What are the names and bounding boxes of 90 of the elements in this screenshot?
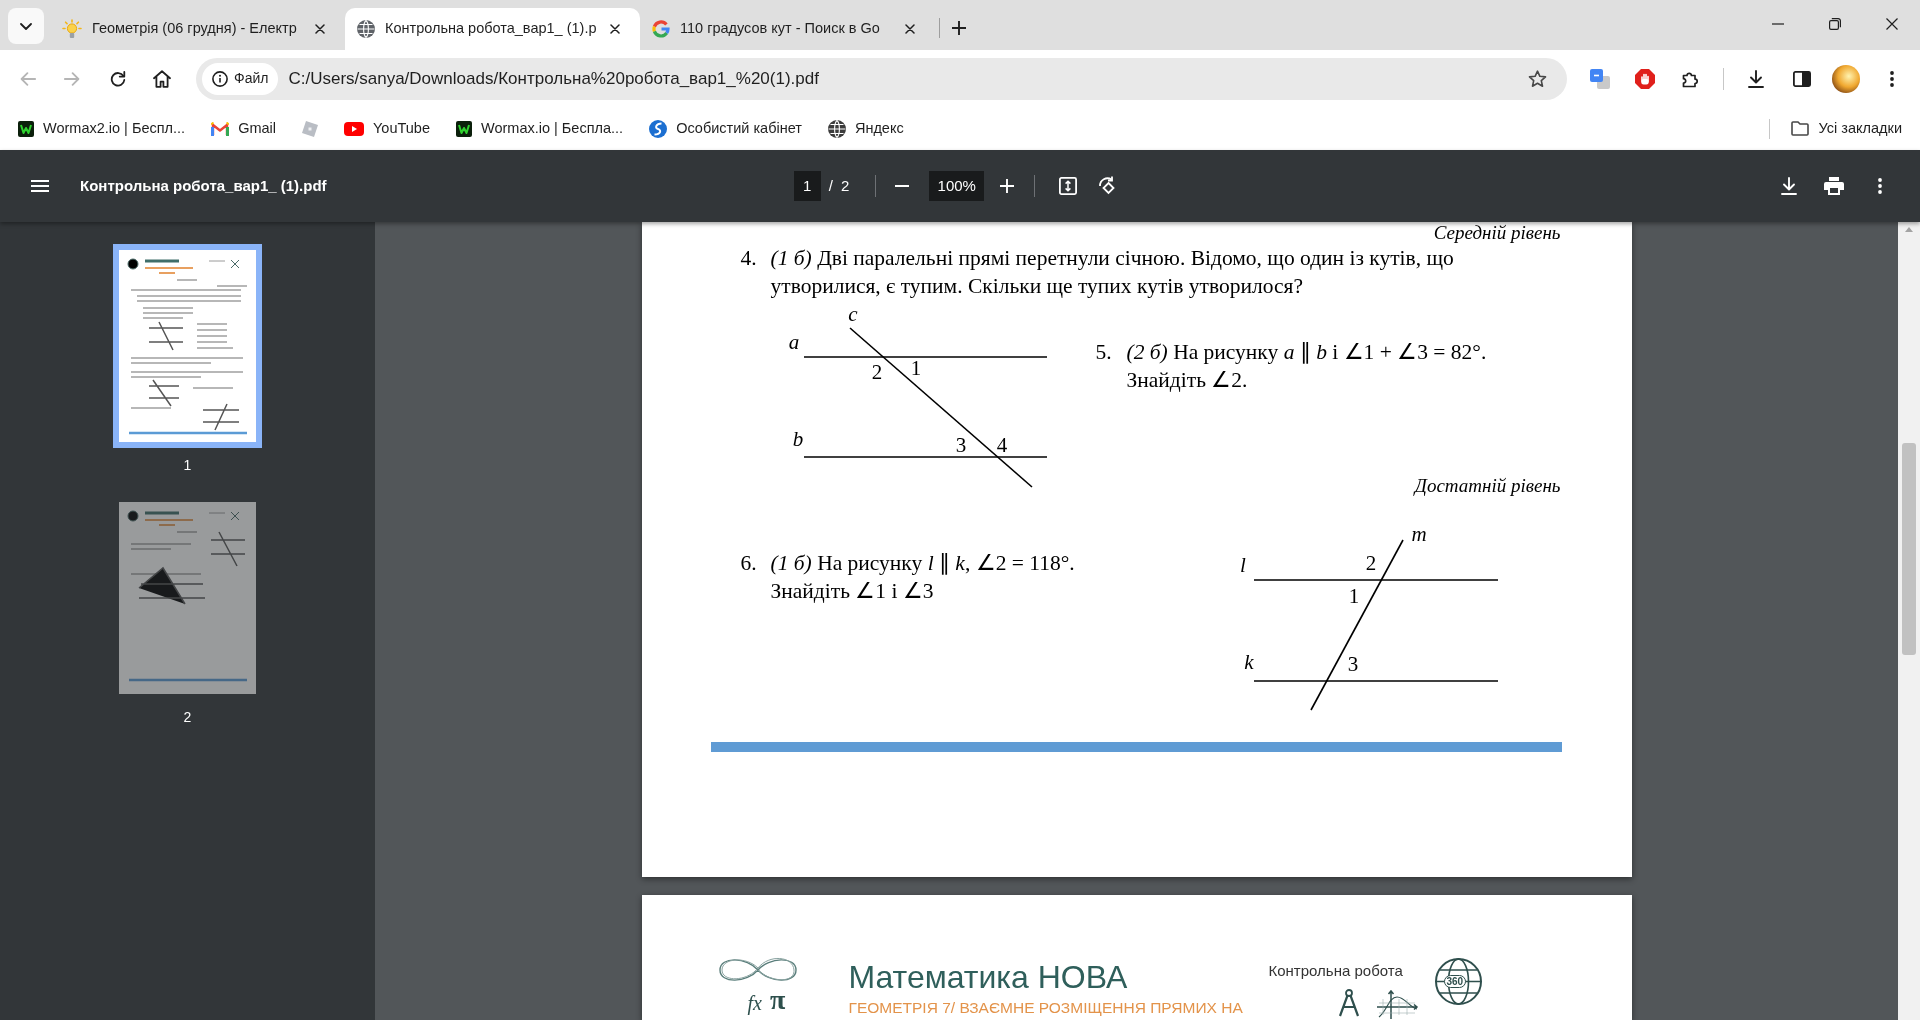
printer-icon <box>1824 177 1844 195</box>
multicolor-g-icon <box>652 20 670 38</box>
bookmark[interactable]: Wormax2.io | Беспл... <box>10 113 194 144</box>
line-label: b <box>792 427 803 451</box>
download-icon <box>1781 177 1797 195</box>
octagon-hand-icon <box>1635 68 1655 89</box>
line-label: m <box>1410 522 1427 546</box>
globe-icon <box>827 119 846 138</box>
bookmark[interactable]: Wormax.io | Беспла... <box>448 113 632 144</box>
scroll-up-arrow-icon <box>1905 227 1913 232</box>
question-number: 6. <box>740 551 757 575</box>
close-icon <box>315 24 325 34</box>
more-icon <box>1878 178 1882 194</box>
question-number: 5. <box>1095 340 1112 364</box>
angle-label: 3 <box>1347 652 1358 676</box>
info-icon <box>212 70 228 87</box>
subtitle: ГЕОМЕТРІЯ 7/ ВЗАЄМНЕ РОЗМІЩЕННЯ ПРЯМИХ НА <box>848 998 1243 1018</box>
logo-text: π <box>769 985 786 1015</box>
download-icon <box>1748 69 1764 88</box>
chevron-down-icon <box>20 22 32 30</box>
browser-tab[interactable]: Контрольна робота_вар1_ (1).p <box>345 8 640 50</box>
globe-icon <box>1434 958 1482 1005</box>
page-separator: / <box>828 175 833 196</box>
page-count: 2 <box>840 175 850 196</box>
fit-page-icon <box>1059 177 1078 195</box>
angle-label: 1 <box>1348 584 1359 608</box>
line-label: l <box>1239 553 1246 577</box>
close-icon <box>1885 18 1898 30</box>
document-type: Контрольна робота <box>1268 961 1403 981</box>
swirl-circle-icon <box>649 119 668 138</box>
restore-icon <box>1828 18 1841 30</box>
page-number-field[interactable]: 1 <box>793 171 821 201</box>
tab-list-button[interactable] <box>8 8 44 44</box>
logo-text: fx <box>747 991 762 1015</box>
angle-label: 2 <box>871 360 882 384</box>
side-panel-icon <box>1793 70 1811 87</box>
document-title: Контрольна робота_вар1_ (1).pdf <box>80 175 327 196</box>
browser-tab[interactable]: 110 градусов кут - Поиск в Go <box>640 8 935 50</box>
angle-label: 1 <box>910 356 921 380</box>
more-icon <box>1890 70 1894 87</box>
overlapping-tiles-icon <box>1590 68 1610 89</box>
star-icon <box>1527 69 1547 88</box>
zigzag-tile-icon <box>456 120 472 137</box>
zigzag-tile-icon <box>18 120 34 137</box>
angle-label: 4 <box>996 433 1007 457</box>
folder-icon <box>1790 121 1809 136</box>
graph-axes-icon <box>1374 989 1419 1019</box>
browser-tab[interactable]: Геометрія (06 грудня) - Електр <box>50 8 345 50</box>
level-heading: Середній рівень <box>1433 222 1561 244</box>
home-icon <box>153 69 171 88</box>
bookmark[interactable]: Gmail <box>203 113 284 144</box>
globe-icon <box>357 20 375 38</box>
back-arrow-icon <box>20 71 36 86</box>
question-text: (1 б) На рисунку l ∥ k, ∠2 = 118°. Знайдіть ∠1 і ∠3 <box>770 550 1076 605</box>
lightbulb-icon <box>62 19 82 39</box>
close-icon <box>905 24 915 34</box>
scrollbar-thumb[interactable] <box>1902 443 1916 655</box>
site-info-chip[interactable]: Файл <box>202 62 279 95</box>
angle-label: 3 <box>955 433 966 457</box>
avatar-icon <box>1832 64 1860 93</box>
close-icon <box>610 24 620 34</box>
line-label: a <box>788 330 799 354</box>
address-bar[interactable]: Файл C:/Users/sanya/Downloads/Контрольна%20робота_вар1_%20(1).pdf <box>196 57 1567 100</box>
thumbnail-label: 2 <box>183 709 192 726</box>
globe-label: 360 <box>1443 975 1467 988</box>
forward-arrow-icon <box>64 71 80 86</box>
plus-icon <box>1000 179 1015 193</box>
minimize-icon <box>1771 23 1784 25</box>
logo-title: Математика НОВА <box>848 959 1128 995</box>
envelope-icon <box>211 121 230 136</box>
bookmark[interactable]: Яндекс <box>819 113 912 144</box>
question-number: 4. <box>740 246 757 270</box>
reload-icon <box>110 70 126 87</box>
line-label: c <box>847 302 858 326</box>
question-text: (2 б) На рисунку a ∥ b і ∠1 + ∠3 = 82°. Знайдіть ∠2. <box>1126 339 1488 394</box>
play-button-icon <box>344 121 364 136</box>
minus-icon <box>895 185 910 187</box>
puzzle-piece-icon <box>1682 69 1700 88</box>
bookmark[interactable]: YouTube <box>336 113 438 144</box>
thumbnail-label: 1 <box>183 457 192 474</box>
plus-icon <box>952 21 966 35</box>
menu-icon <box>31 180 49 192</box>
level-heading: Достатній рівень <box>1414 475 1561 497</box>
line-label: k <box>1243 650 1254 674</box>
zoom-field[interactable]: 100% <box>929 171 985 201</box>
question-text: (1 б) Дві паралельні прямі перетнули січною. Відомо, що один із кутів, що утворилися, є тупим. Скільки ще тупих кутів утворилося? <box>770 245 1455 300</box>
bookmark[interactable]: Особистий кабінет <box>641 113 810 144</box>
all-bookmarks-button[interactable]: Усі закладки <box>1782 113 1910 144</box>
angle-label: 2 <box>1365 551 1376 575</box>
page-thumbnail[interactable] <box>113 244 262 448</box>
